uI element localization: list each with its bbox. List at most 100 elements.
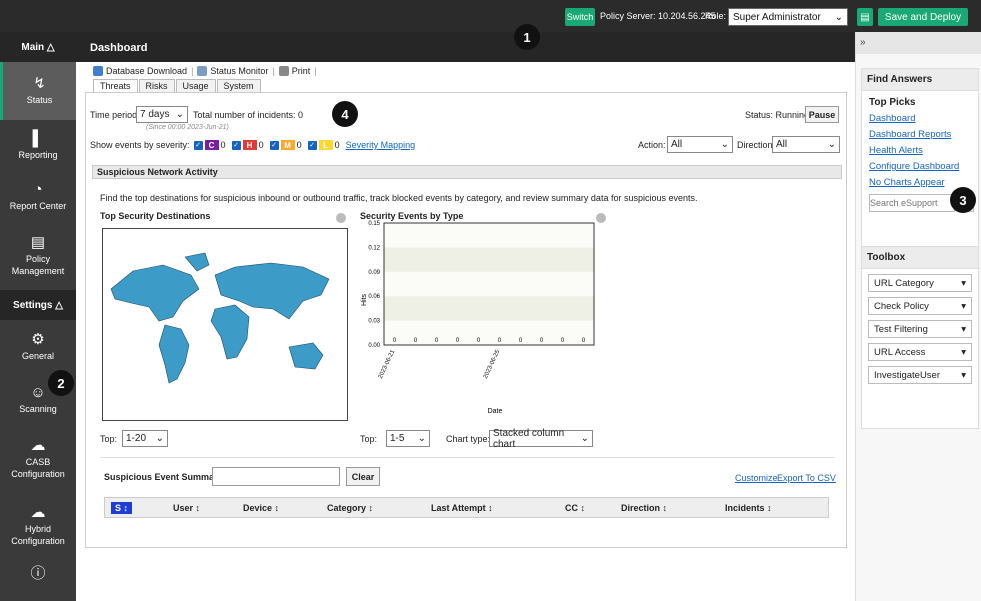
sidebar-item-casb[interactable]: ☁ CASB Configuration: [0, 426, 76, 492]
callout-badge-3: 3: [950, 187, 976, 213]
sidebar-item-label: CASB Configuration: [11, 457, 65, 479]
time-period-value: 7 days: [140, 109, 170, 120]
checkbox-icon[interactable]: ✓: [193, 140, 203, 150]
col-incidents[interactable]: Incidents ↕: [725, 503, 772, 513]
pulse-icon: ↯: [33, 75, 46, 92]
toolbox-box: Toolbox URL Category ▾ Check Policy ▾ Test…: [861, 246, 979, 429]
sidebar-item-label: Reporting: [18, 150, 58, 160]
direction-select[interactable]: All ⌄: [772, 136, 840, 153]
summary-search-input[interactable]: [212, 467, 340, 486]
chart-grid-band: [384, 271, 594, 297]
tab-bar: Threats Risks Usage System: [93, 79, 262, 92]
chart-xtick-label: 2023-06-25: [483, 349, 502, 380]
tab-system[interactable]: System: [216, 79, 261, 92]
action-select[interactable]: All ⌄: [667, 136, 733, 153]
pick-health-alerts[interactable]: Health Alerts: [869, 145, 978, 156]
pick-dashboard[interactable]: Dashboard: [869, 113, 978, 124]
sidebar-item-status[interactable]: ↯ Status: [0, 62, 76, 120]
pick-dashboard-reports[interactable]: Dashboard Reports: [869, 129, 978, 140]
pick-configure-dashboard[interactable]: Configure Dashboard: [869, 161, 978, 172]
top-bar: Switch Policy Server: 10.204.56.245 Role…: [0, 0, 981, 32]
sidebar-main-header[interactable]: Main △: [0, 32, 76, 62]
sidebar-item-reporting[interactable]: ▌ Reporting: [0, 120, 76, 172]
sidebar-item-more[interactable]: ⓘ: [0, 560, 76, 590]
refresh-icon[interactable]: [336, 213, 346, 223]
database-download-link[interactable]: Database Download: [93, 65, 188, 76]
tool-url-category[interactable]: URL Category ▾: [868, 274, 972, 292]
show-events-label: Show events by severity:: [90, 140, 190, 150]
sidebar-settings-header[interactable]: Settings △: [0, 290, 76, 320]
sidebar-item-label: General: [21, 351, 55, 361]
customize-link[interactable]: Customize: [735, 473, 778, 483]
severity-h[interactable]: ✓ H 0: [231, 140, 264, 150]
severity-count: 0: [258, 140, 264, 150]
checkbox-icon[interactable]: ✓: [269, 140, 279, 150]
sna-section-header: Suspicious Network Activity: [92, 165, 842, 179]
col-last-attempt[interactable]: Last Attempt ↕: [431, 503, 493, 513]
checkbox-icon[interactable]: ✓: [307, 140, 317, 150]
tab-usage[interactable]: Usage: [175, 79, 216, 92]
clear-button[interactable]: Clear: [346, 467, 380, 486]
severity-c[interactable]: ✓ C 0: [193, 140, 226, 150]
right-panel: » Find Answers Top Picks Dashboard Dashb…: [855, 32, 981, 601]
tool-url-access[interactable]: URL Access ▾: [868, 343, 972, 361]
top-value: 1-5: [390, 433, 405, 444]
printer-icon: [278, 65, 289, 76]
col-cc[interactable]: CC ↕: [565, 503, 585, 513]
sidebar-item-general[interactable]: ⚙ General: [0, 320, 76, 374]
action-value: All: [671, 139, 683, 150]
severity-count: 0: [296, 140, 302, 150]
tool-label: URL Category: [874, 277, 934, 289]
tab-threats[interactable]: Threats: [93, 79, 138, 92]
top-events-select[interactable]: 1-5 ⌄: [386, 430, 430, 447]
database-download-icon: [93, 65, 103, 76]
document-icon: ▤: [860, 11, 870, 23]
tool-investigate-user[interactable]: InvestigateUser ▾: [868, 366, 972, 384]
cloud-icon: ☁: [30, 437, 46, 454]
severity-badge: C: [204, 140, 219, 150]
esupport-search-input[interactable]: [869, 194, 955, 212]
severity-count: 0: [220, 140, 226, 150]
database-download-label: Database Download: [106, 65, 188, 76]
export-csv-link[interactable]: Export To CSV: [777, 473, 836, 483]
col-user[interactable]: User ↕: [173, 503, 200, 513]
chevron-down-icon: ▾: [961, 323, 966, 335]
find-answers-box: Find Answers Top Picks Dashboard Dashboa…: [861, 68, 979, 258]
toolbar: Database Download | Status Monitor | Pri…: [93, 64, 317, 77]
severity-m[interactable]: ✓ M 0: [269, 140, 302, 150]
collapse-panel-button[interactable]: »: [856, 32, 981, 54]
callout-badge-4: 4: [332, 101, 358, 127]
chart-ytick-label: 0.00: [368, 343, 380, 349]
col-category[interactable]: Category ↕: [327, 503, 373, 513]
col-label: S ↕: [111, 501, 133, 514]
chart-type-select[interactable]: Stacked column chart ⌄: [489, 428, 593, 450]
print-link[interactable]: Print: [278, 65, 310, 76]
col-severity[interactable]: S ↕: [111, 501, 133, 514]
tab-risks[interactable]: Risks: [138, 79, 175, 92]
top-destinations-select[interactable]: 1-20 ⌄: [122, 430, 168, 447]
tool-test-filtering[interactable]: Test Filtering ▾: [868, 320, 972, 338]
col-direction[interactable]: Direction ↕: [621, 503, 667, 513]
role-select[interactable]: Super Administrator ⌄: [728, 8, 848, 26]
status-monitor-link[interactable]: Status Monitor: [197, 65, 268, 76]
events-chart: 0.000.030.060.090.120.15 02023-06-210 0 0 0…: [361, 221, 595, 415]
pie-chart-icon: ◔: [33, 181, 43, 198]
sidebar-item-policy-management[interactable]: ▤ Policy Management: [0, 222, 76, 290]
severity-badge: H: [242, 140, 257, 150]
cloud-icon: ☁: [30, 504, 46, 521]
save-and-deploy-button[interactable]: Save and Deploy: [878, 8, 968, 26]
switch-button[interactable]: Switch: [565, 8, 595, 26]
col-device[interactable]: Device ↕: [243, 503, 279, 513]
checkbox-icon[interactable]: ✓: [231, 140, 241, 150]
chevron-down-icon: ⌄: [720, 139, 729, 150]
tool-label: URL Access: [874, 346, 926, 358]
severity-mapping-link[interactable]: Severity Mapping: [346, 140, 416, 150]
pause-button[interactable]: Pause: [805, 106, 839, 123]
chevron-down-icon: ▾: [961, 369, 966, 381]
time-period-select[interactable]: 7 days ⌄: [136, 106, 188, 123]
sidebar-item-hybrid[interactable]: ☁ Hybrid Configuration: [0, 492, 76, 560]
tool-check-policy[interactable]: Check Policy ▾: [868, 297, 972, 315]
sidebar-item-report-center[interactable]: ◔ Report Center: [0, 172, 76, 222]
deploy-icon-button[interactable]: ▤: [857, 8, 873, 26]
severity-l[interactable]: ✓ L 0: [307, 140, 340, 150]
